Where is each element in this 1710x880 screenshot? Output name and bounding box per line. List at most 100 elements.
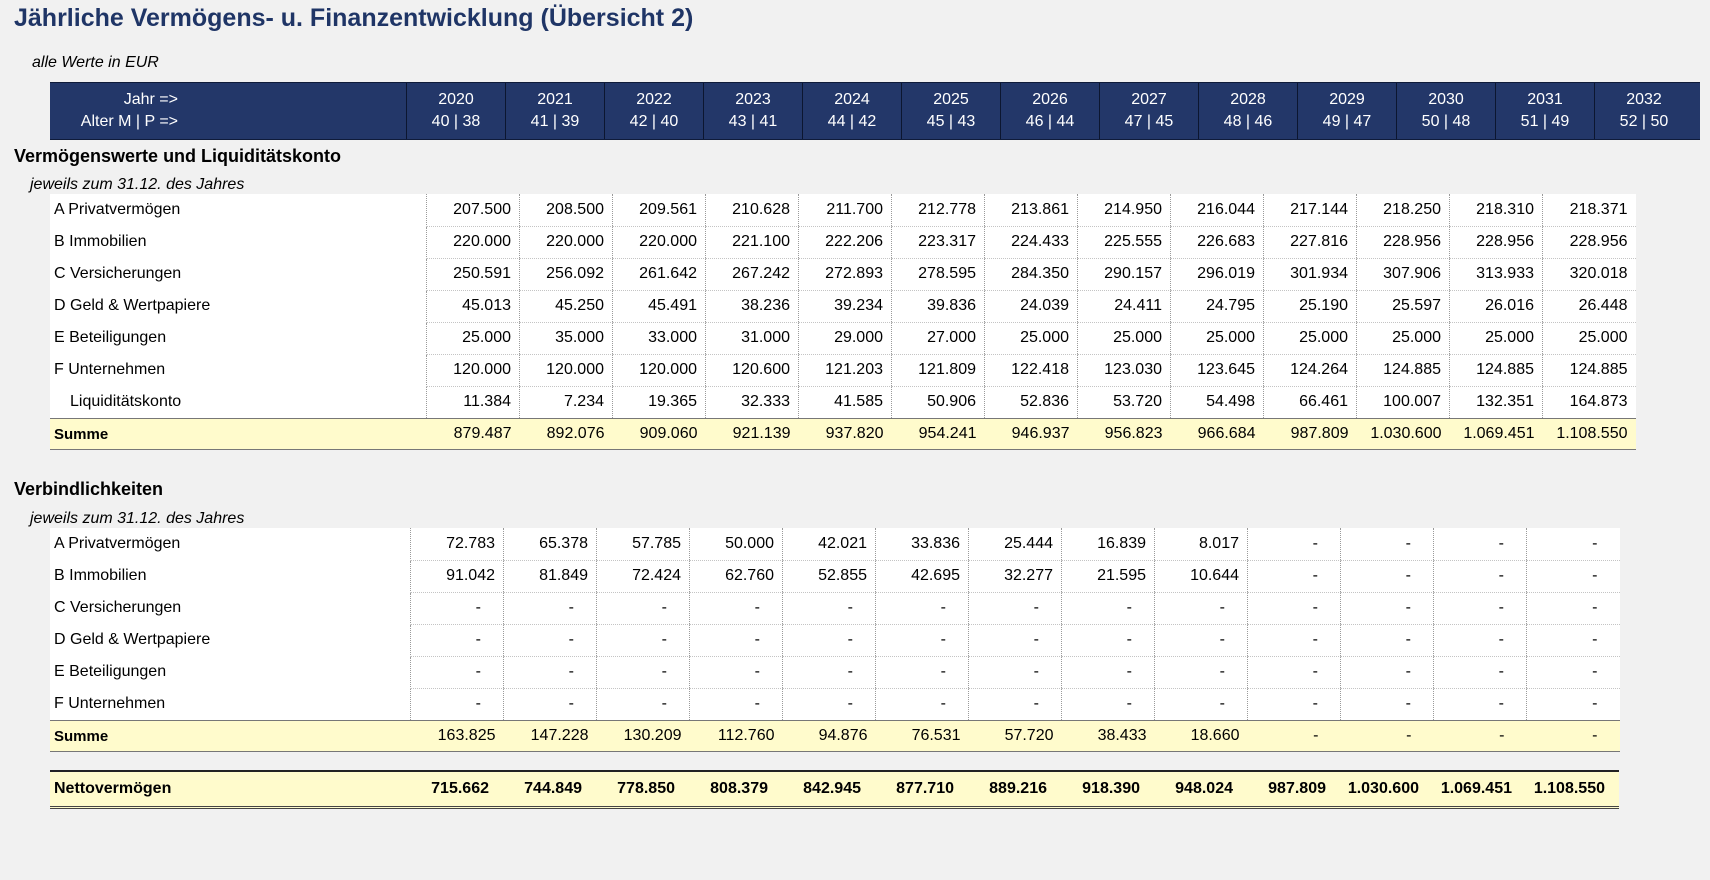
row-label: Nettovermögen [50, 770, 410, 809]
value-cell: 39.836 [891, 290, 985, 323]
value-cell: 25.000 [1170, 322, 1264, 355]
age-label: 51 | 49 [1520, 113, 1570, 130]
value-cell: 214.950 [1077, 194, 1171, 227]
value-cell: 7.234 [519, 386, 613, 419]
value-cell: 1.030.600 [1340, 770, 1433, 809]
row-label: C Versicherungen [50, 258, 427, 290]
value-cell: - [1061, 592, 1155, 625]
value-cell: - [1247, 528, 1341, 561]
year-column-header: 2021 41 | 39 [505, 83, 604, 139]
value-cell: - [1340, 720, 1434, 752]
page-title: Jährliche Vermögens- u. Finanzentwicklun… [14, 4, 694, 32]
year-label: 2025 [933, 91, 969, 108]
year-column-header: 2031 51 | 49 [1495, 83, 1594, 139]
assets-table: A Privatvermögen 207.500 208.500 209.561 210… [50, 194, 1636, 450]
value-cell: 26.448 [1542, 290, 1636, 323]
row-label: Liquiditätskonto [50, 386, 427, 419]
value-cell: 31.000 [705, 322, 799, 355]
value-cell: - [875, 656, 969, 689]
year-column-header: 2030 50 | 48 [1396, 83, 1495, 139]
value-cell: - [1340, 656, 1434, 689]
value-cell: 25.000 [984, 322, 1078, 355]
value-cell: - [1247, 656, 1341, 689]
table-row: E Beteiligungen 25.000 35.000 33.000 31.000 2… [50, 322, 1636, 355]
value-cell: - [410, 592, 504, 625]
value-cell: - [1526, 592, 1620, 625]
value-cell: 918.390 [1061, 770, 1154, 809]
value-cell: 18.660 [1154, 720, 1248, 752]
value-cell: - [410, 656, 504, 689]
value-cell: 261.642 [612, 258, 706, 291]
value-cell: - [1433, 656, 1527, 689]
value-cell: 112.760 [689, 720, 783, 752]
value-cell: 32.277 [968, 560, 1062, 593]
value-cell: 65.378 [503, 528, 597, 561]
liabilities-section-subtitle: jeweils zum 31.12. des Jahres [30, 510, 245, 527]
value-cell: 163.825 [410, 720, 504, 752]
value-cell: 42.021 [782, 528, 876, 561]
value-cell: - [596, 592, 690, 625]
value-cell: 1.069.451 [1449, 418, 1543, 450]
year-label: 2024 [834, 91, 870, 108]
year-column-header: 2025 45 | 43 [901, 83, 1000, 139]
value-cell: 228.956 [1356, 226, 1450, 259]
value-cell: - [875, 688, 969, 721]
value-cell: 16.839 [1061, 528, 1155, 561]
row-label: F Unternehmen [50, 354, 427, 386]
year-label: 2029 [1329, 91, 1365, 108]
value-cell: 132.351 [1449, 386, 1543, 419]
value-cell: 33.836 [875, 528, 969, 561]
net-worth-row: Nettovermögen 715.662 744.849 778.850 808.37… [50, 770, 1619, 809]
table-row: E Beteiligungen - - - - - - - - - - - - - [50, 656, 1620, 689]
table-row: F Unternehmen - - - - - - - - - - - - - [50, 688, 1620, 721]
year-column-header: 2027 47 | 45 [1099, 83, 1198, 139]
value-cell: 130.209 [596, 720, 690, 752]
table-row: C Versicherungen - - - - - - - - - - - - - [50, 592, 1620, 625]
value-cell: 52.836 [984, 386, 1078, 419]
value-cell: 52.855 [782, 560, 876, 593]
value-cell: - [1154, 656, 1248, 689]
value-cell: 45.250 [519, 290, 613, 323]
row-label: Summe [50, 720, 411, 752]
value-cell: 218.250 [1356, 194, 1450, 227]
age-label: 44 | 42 [827, 113, 877, 130]
value-cell: 284.350 [984, 258, 1078, 291]
value-cell: 909.060 [612, 418, 706, 450]
value-cell: - [596, 656, 690, 689]
age-label: 45 | 43 [926, 113, 976, 130]
value-cell: - [968, 688, 1062, 721]
row-label: E Beteiligungen [50, 656, 411, 688]
sum-row: Summe 879.487 892.076 909.060 921.139 937.820… [50, 418, 1636, 450]
value-cell: - [503, 656, 597, 689]
value-cell: 81.849 [503, 560, 597, 593]
row-label: C Versicherungen [50, 592, 411, 624]
value-cell: 948.024 [1154, 770, 1247, 809]
value-cell: 220.000 [612, 226, 706, 259]
value-cell: - [596, 624, 690, 657]
value-cell: 25.000 [426, 322, 520, 355]
value-cell: - [1154, 688, 1248, 721]
value-cell: 966.684 [1170, 418, 1264, 450]
year-column-header: 2029 49 | 47 [1297, 83, 1396, 139]
value-cell: 120.000 [519, 354, 613, 387]
year-label: 2028 [1230, 91, 1266, 108]
value-cell: 320.018 [1542, 258, 1636, 291]
value-cell: 226.683 [1170, 226, 1264, 259]
value-cell: - [1433, 528, 1527, 561]
table-row: F Unternehmen 120.000 120.000 120.000 120.60… [50, 354, 1636, 387]
value-cell: 956.823 [1077, 418, 1171, 450]
value-cell: - [1247, 624, 1341, 657]
value-cell: 213.861 [984, 194, 1078, 227]
value-cell: - [1340, 688, 1434, 721]
age-label: 43 | 41 [728, 113, 778, 130]
value-cell: 954.241 [891, 418, 985, 450]
value-cell: - [1526, 528, 1620, 561]
value-cell: 290.157 [1077, 258, 1171, 291]
value-cell: 207.500 [426, 194, 520, 227]
value-cell: 38.433 [1061, 720, 1155, 752]
value-cell: - [1247, 688, 1341, 721]
value-cell: 211.700 [798, 194, 892, 227]
value-cell: 123.030 [1077, 354, 1171, 387]
value-cell: - [968, 592, 1062, 625]
year-header-band: Jahr => Alter M | P => 2020 40 | 38 2021 41… [50, 82, 1708, 140]
